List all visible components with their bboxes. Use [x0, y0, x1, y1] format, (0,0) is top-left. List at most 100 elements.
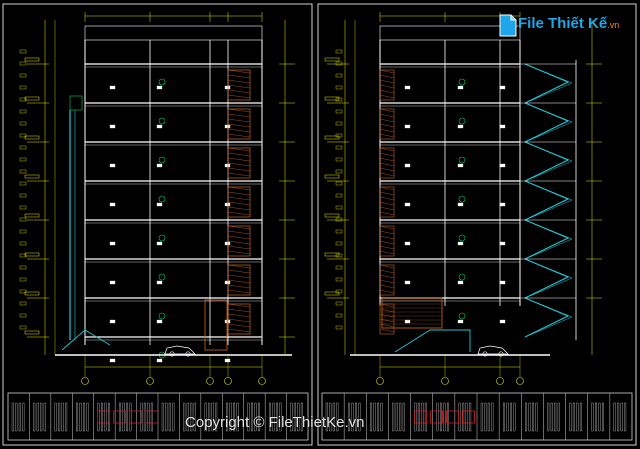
stair-hatch: [227, 128, 251, 133]
grid-bubble: [458, 234, 466, 242]
title-block-text-mark: [525, 402, 528, 432]
wall-hatch: [379, 172, 395, 177]
red-stamp: [113, 410, 127, 424]
level-tag: [24, 330, 40, 335]
wall-hatch: [379, 79, 395, 84]
annotation-tick: [19, 73, 27, 78]
title-block-text-mark: [595, 402, 597, 432]
stair-hatch: [227, 313, 251, 318]
wall-hatch: [379, 133, 395, 138]
window-mark: [404, 202, 411, 207]
annotation-tick: [19, 205, 27, 210]
red-stamp: [446, 410, 459, 424]
window-mark: [499, 241, 506, 246]
grid-bubble: [158, 273, 166, 281]
title-block-text-mark: [83, 402, 86, 432]
stair-hatch: [227, 225, 251, 230]
wall-hatch: [379, 245, 395, 250]
title-block-text-mark: [147, 402, 150, 432]
window-mark: [404, 241, 411, 246]
window-mark: [109, 280, 116, 285]
wall-hatch: [379, 206, 395, 211]
window-mark: [499, 280, 506, 285]
window-mark: [404, 280, 411, 285]
stair-hatch: [227, 113, 251, 118]
stair-hatch: [227, 167, 251, 172]
title-block-text-mark: [65, 402, 68, 432]
external-stair-flight: [524, 297, 570, 338]
stair-hatch: [227, 89, 251, 94]
annotation-tick: [335, 85, 343, 90]
annotation-tick: [19, 217, 27, 222]
external-stair-flight: [524, 219, 570, 260]
axis-bubble: [376, 377, 384, 385]
window-mark: [156, 163, 163, 168]
title-block-text-mark: [104, 402, 107, 432]
stair-hatch: [227, 323, 251, 328]
wall-hatch: [379, 284, 395, 289]
external-stair-flight: [524, 102, 570, 143]
title-block-text-mark: [101, 402, 103, 432]
window-mark: [457, 280, 464, 285]
copyright-watermark: Copyright © FileThietKe.vn: [185, 414, 365, 431]
stair-hatch: [227, 230, 251, 235]
window-mark: [457, 85, 464, 90]
window-mark: [224, 241, 231, 246]
grid-bubble: [458, 117, 466, 125]
cad-drawing-canvas: [2, 3, 637, 446]
title-block-text-mark: [458, 402, 461, 432]
title-block-text-mark: [487, 402, 490, 432]
stair-hatch: [227, 172, 251, 177]
logo-wordmark: File Thiết Kế.vn: [518, 15, 620, 32]
annotation-tick: [19, 181, 27, 186]
stair-hatch: [227, 84, 251, 89]
window-mark: [224, 124, 231, 129]
annotation-tick: [19, 229, 27, 234]
title-block-text-mark: [40, 402, 43, 432]
annotation-tick: [19, 241, 27, 246]
title-block-text-mark: [617, 402, 620, 432]
title-block-text-mark: [373, 402, 376, 432]
window-mark: [224, 202, 231, 207]
stair-hatch: [227, 318, 251, 323]
grid-bubble: [158, 117, 166, 125]
wall-hatch: [379, 240, 395, 245]
title-block-text-mark: [502, 402, 505, 432]
annotation-tick: [19, 49, 27, 54]
grid-bubble: [458, 312, 466, 320]
axis-bubble: [516, 377, 524, 385]
window-mark: [457, 319, 464, 324]
level-tag: [24, 291, 40, 296]
title-block-text-mark: [480, 402, 483, 432]
grid-bubble: [458, 156, 466, 164]
annotation-tick: [335, 313, 343, 318]
wall-hatch: [379, 328, 395, 333]
window-mark: [156, 358, 163, 363]
level-tag: [24, 57, 40, 62]
right-elevation-drawing: [324, 12, 602, 385]
window-mark: [499, 202, 506, 207]
window-mark: [224, 85, 231, 90]
level-tag: [324, 135, 340, 140]
stair-hatch: [227, 157, 251, 162]
wall-hatch: [379, 113, 395, 118]
annotation-tick: [19, 85, 27, 90]
level-tag: [24, 96, 40, 101]
window-mark: [109, 124, 116, 129]
stair-hatch: [227, 240, 251, 245]
annotation-tick: [19, 169, 27, 174]
left-sheet-frame: [2, 3, 313, 446]
wall-hatch: [379, 269, 395, 274]
title-block-text-mark: [58, 402, 61, 432]
stair-hatch: [227, 196, 251, 201]
window-mark: [156, 202, 163, 207]
title-block-text-mark: [11, 402, 14, 432]
wall-hatch: [379, 191, 395, 196]
stair-hatch: [227, 279, 251, 284]
window-mark: [457, 124, 464, 129]
wall-hatch: [379, 162, 395, 167]
wall-hatch: [379, 230, 395, 235]
grid-bubble: [158, 234, 166, 242]
wall-hatch: [379, 167, 395, 172]
title-block-text-mark: [620, 402, 623, 432]
